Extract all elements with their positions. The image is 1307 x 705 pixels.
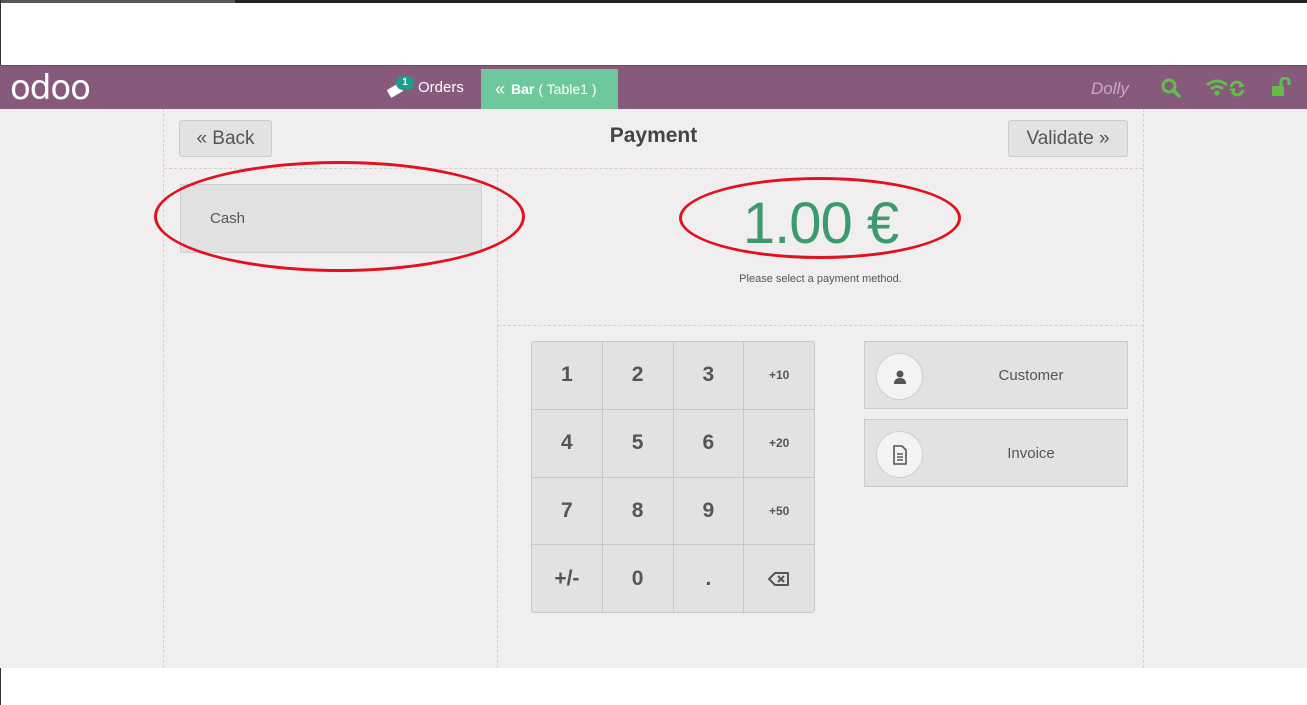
floor-name: Bar [511,81,535,97]
pos-header: odoo 1 Orders « Bar ( Table1 ) Dolly [0,65,1307,109]
numpad-key-8[interactable]: 8 [602,477,673,545]
double-chevron-left-icon: « [495,79,506,99]
numpad-key-6[interactable]: 6 [673,409,744,477]
divider [164,168,1143,169]
numpad-key-7[interactable]: 7 [532,477,602,545]
document-icon [876,431,923,478]
page-title: Payment [609,124,698,147]
numpad-key-plus-10[interactable]: +10 [744,342,814,409]
table-name: ( Table1 ) [538,81,597,97]
customer-button[interactable]: Customer [864,341,1128,409]
payment-panel: « Back Payment Validate » Cash 1.00 € Pl… [163,109,1144,668]
numpad-key-5[interactable]: 5 [602,409,673,477]
numpad-key-plus-50[interactable]: +50 [744,477,814,545]
numpad-key-9[interactable]: 9 [673,477,744,545]
customer-label: Customer [998,366,1064,384]
payment-hint: Please select a payment method. [739,273,902,285]
numpad-key-sign[interactable]: +/- [532,545,602,612]
orders-count-badge: 1 [396,75,414,90]
divider [498,325,1143,326]
payment-method-cash[interactable]: Cash [180,184,482,253]
orders-tab[interactable]: 1 Orders [386,66,464,109]
invoice-button[interactable]: Invoice [864,419,1128,487]
numpad-key-1[interactable]: 1 [532,342,602,409]
numpad-key-0[interactable]: 0 [602,545,673,612]
numpad-key-2[interactable]: 2 [602,342,673,409]
current-order-tab[interactable]: « Bar ( Table1 ) [481,69,618,109]
search-icon[interactable] [1160,77,1182,104]
numpad-key-decimal[interactable]: . [673,545,744,612]
wifi-sync-icon[interactable] [1205,77,1247,104]
numpad: 1 2 3 +10 4 5 6 +20 7 8 9 +50 +/- 0 . [531,341,815,613]
payment-screen: « Back Payment Validate » Cash 1.00 € Pl… [0,109,1307,668]
numpad-key-4[interactable]: 4 [532,409,602,477]
numpad-key-3[interactable]: 3 [673,342,744,409]
backspace-icon[interactable] [744,545,814,612]
window-top-border-segment [0,0,235,3]
orders-tab-label: Orders [418,79,464,96]
odoo-logo: odoo [10,68,91,108]
payment-amount: 1.00 € [742,191,899,256]
numpad-key-plus-20[interactable]: +20 [744,409,814,477]
invoice-label: Invoice [1007,444,1055,462]
unlock-icon[interactable] [1270,76,1292,104]
cashier-name[interactable]: Dolly [1091,79,1129,99]
ticket-icon: 1 [386,75,414,98]
validate-button[interactable]: Validate » [1008,120,1128,157]
user-icon [876,353,923,400]
